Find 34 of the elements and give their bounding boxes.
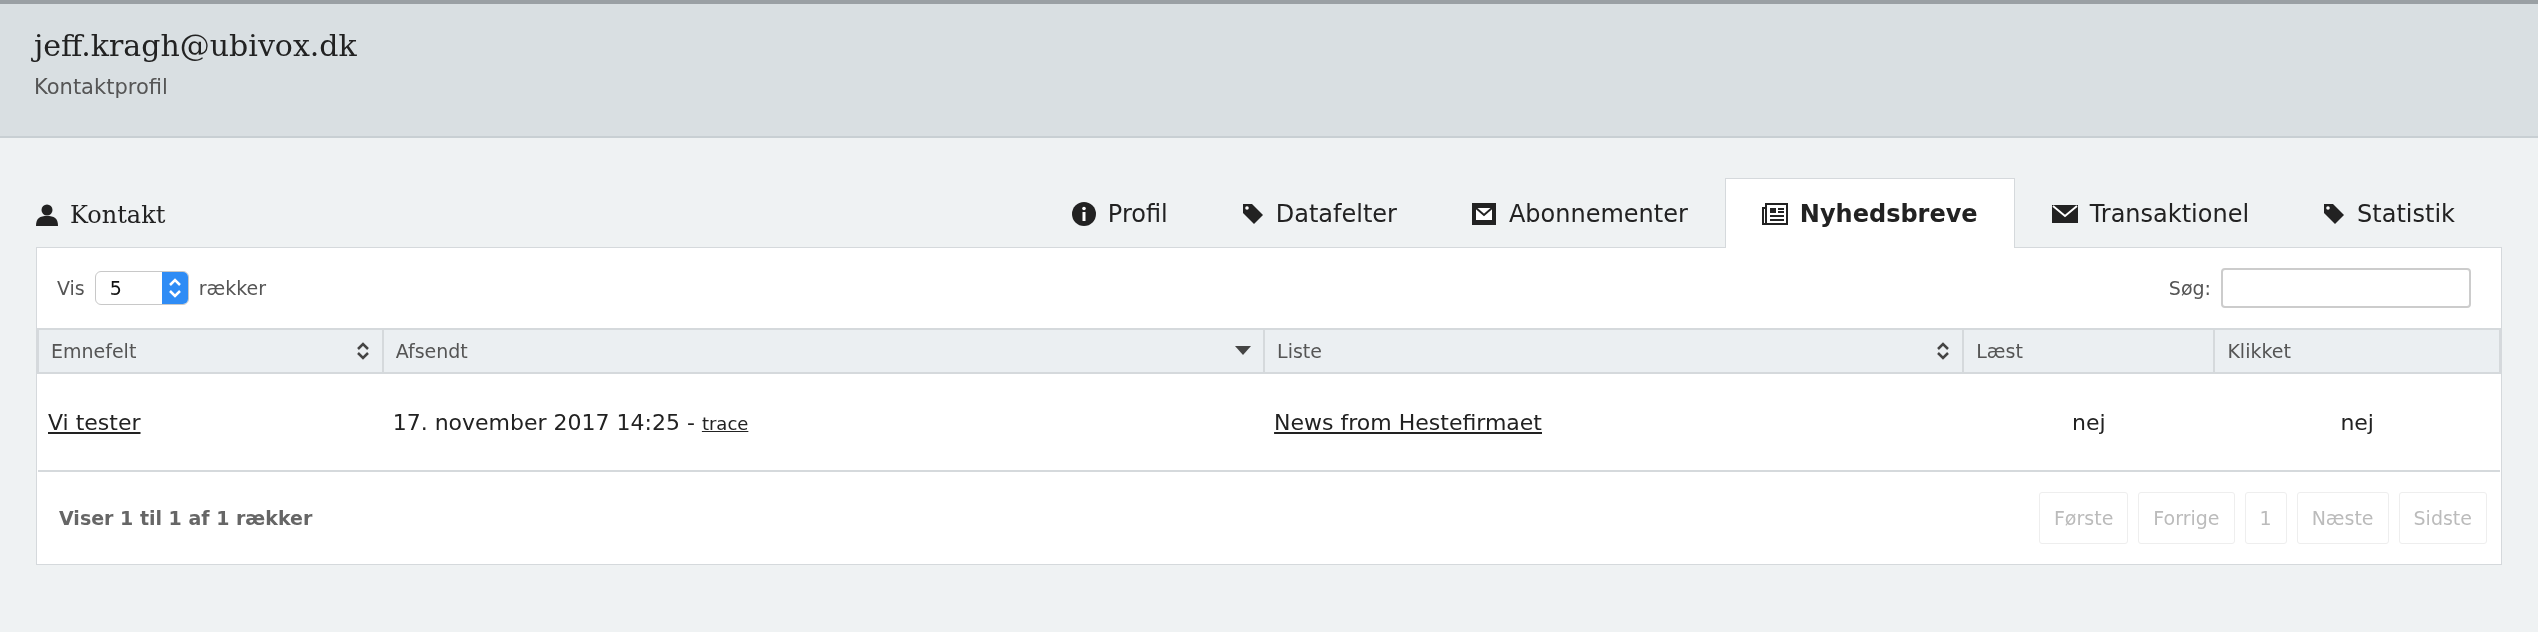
column-header[interactable]: Læst bbox=[1963, 329, 2215, 373]
table-info: Viser 1 til 1 af 1 rækker bbox=[59, 507, 313, 529]
column-header[interactable]: Afsendt bbox=[382, 329, 1265, 373]
trace-link[interactable]: trace bbox=[701, 412, 749, 434]
tag-icon bbox=[1241, 201, 1264, 226]
tab[interactable]: Profil bbox=[1034, 178, 1205, 248]
tab[interactable]: Statistik bbox=[2286, 178, 2492, 248]
tag-icon bbox=[2323, 201, 2346, 226]
page-subtitle: Kontaktprofil bbox=[34, 75, 169, 99]
sort-descending-icon[interactable] bbox=[1235, 346, 1252, 356]
column-header[interactable]: Klikket bbox=[2214, 329, 2500, 373]
rows-select[interactable]: 5 bbox=[94, 271, 189, 305]
subject-link[interactable]: Vi tester bbox=[48, 409, 141, 435]
table-cell: nej bbox=[2340, 409, 2374, 435]
search-field[interactable] bbox=[2221, 268, 2471, 308]
list-link[interactable]: News from Hestefirmaet bbox=[1274, 409, 1542, 435]
sent-date: 17. november 2017 14:25 - bbox=[392, 409, 696, 435]
envelope-icon bbox=[2051, 204, 2078, 223]
tab[interactable]: Nyhedsbreve bbox=[1724, 178, 2015, 248]
length-label: rækker bbox=[198, 277, 267, 299]
search-label: Søg: bbox=[2168, 277, 2211, 299]
sort-icon[interactable] bbox=[1936, 341, 1951, 361]
newspaper-icon bbox=[1761, 202, 1788, 225]
column-header[interactable]: Liste bbox=[1264, 329, 1964, 373]
stepper-icon[interactable] bbox=[161, 272, 188, 304]
table-cell: nej bbox=[2072, 409, 2106, 435]
info-icon bbox=[1071, 201, 1096, 226]
section-title: Kontakt bbox=[70, 201, 166, 229]
stamp-icon bbox=[1470, 201, 1497, 226]
length-label: Vis bbox=[57, 277, 85, 299]
sort-icon[interactable] bbox=[355, 341, 370, 361]
tab[interactable]: Datafelter bbox=[1204, 178, 1434, 248]
column-header[interactable]: Emnefelt bbox=[38, 329, 383, 373]
user-icon bbox=[36, 204, 58, 226]
